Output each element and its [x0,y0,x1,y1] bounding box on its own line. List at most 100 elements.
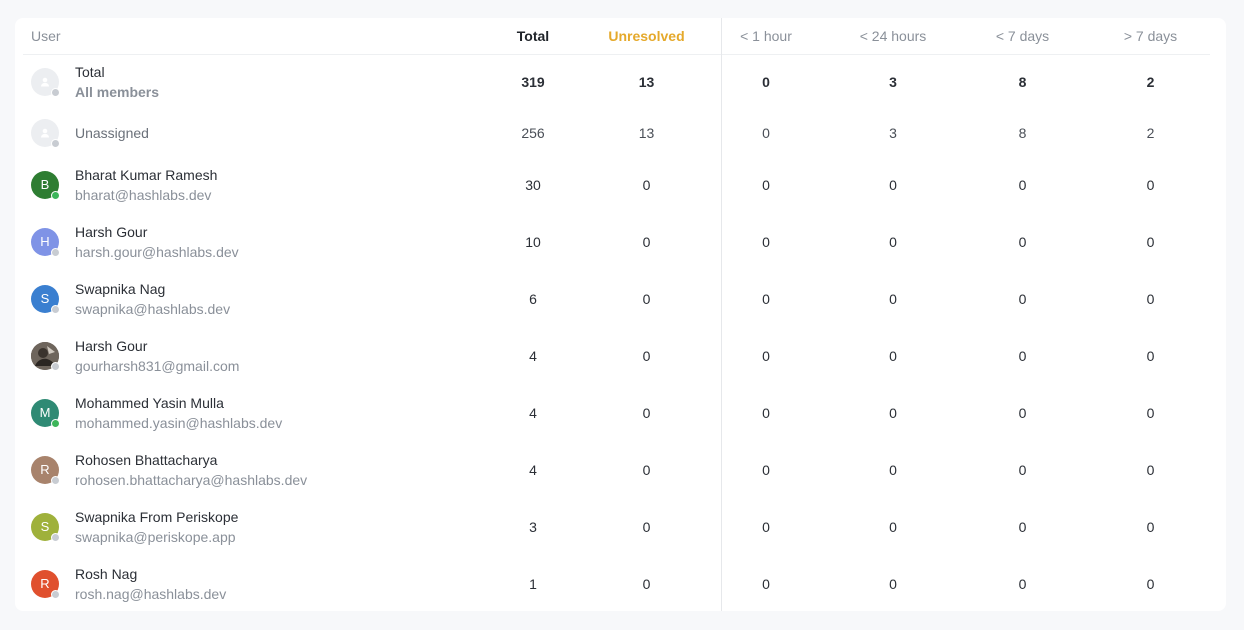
lt-1-hour-count: 0 [762,404,770,421]
avatar: H [31,227,60,257]
summary-lt-7-days: 8 [1018,74,1027,91]
lt-1-hour-count: 0 [762,290,770,307]
total-count: 1 [529,575,537,592]
lt-7-days-count: 0 [1018,518,1027,535]
lt-7-days-count: 0 [1018,176,1027,193]
summary-total: 319 [521,74,545,91]
user-row[interactable]: H Harsh Gour harsh.gour@hashlabs.dev 10 0 0 0 0… [23,213,1210,270]
header-total[interactable]: Total [473,18,593,55]
avatar-initial: H [40,234,50,249]
avatar-initial: S [40,291,50,306]
avatar-initial: S [40,519,50,534]
user-row[interactable]: S Swapnika From Periskope swapnika@perisko… [23,498,1210,555]
header-lt-24-hours[interactable]: < 24 hours [832,18,954,55]
gt-7-days-count: 0 [1146,233,1155,250]
gt-7-days-count: 0 [1146,404,1155,421]
total-count: 30 [525,176,541,193]
avatar: R [31,455,60,485]
status-dot [51,361,60,371]
user-row[interactable]: B Bharat Kumar Ramesh bharat@hashlabs.dev 3… [23,156,1210,213]
gt-7-days-count: 0 [1146,176,1155,193]
unassigned-gt-7-days: 2 [1146,125,1155,141]
user-email: gourharsh831@gmail.com [75,357,240,374]
unassigned-lt-1-hour: 0 [762,125,770,141]
lt-7-days-count: 0 [1018,347,1027,364]
unresolved-count: 0 [642,404,651,421]
total-count: 4 [529,461,537,478]
lt-1-hour-count: 0 [762,461,770,478]
avatar-initial: R [40,576,50,591]
header-user[interactable]: User [23,18,473,55]
header-lt-1-hour[interactable]: < 1 hour [700,18,832,55]
user-row[interactable]: Harsh Gour gourharsh831@gmail.com 4 0 0 0 0 0 [23,327,1210,384]
avatar: S [31,512,60,542]
avatar: M [31,398,60,428]
avatar [31,341,60,371]
header-lt-7-days[interactable]: < 7 days [954,18,1091,55]
user-row[interactable]: M Mohammed Yasin Mulla mohammed.yasin@hash… [23,384,1210,441]
header-unresolved[interactable]: Unresolved [593,18,700,55]
user-email: bharat@hashlabs.dev [75,186,212,203]
user-email: harsh.gour@hashlabs.dev [75,243,239,260]
lt-1-hour-count: 0 [762,347,770,364]
lt-7-days-count: 0 [1018,233,1027,250]
total-row[interactable]: Total All members 319 13 0 3 8 2 [23,54,1210,110]
unassigned-unresolved: 13 [638,125,655,141]
avatar-initial: M [39,405,51,420]
status-dot [51,418,60,428]
gt-7-days-count: 0 [1146,461,1155,478]
lt-24-hours-count: 0 [889,290,897,307]
user-row[interactable]: S Swapnika Nag swapnika@hashlabs.dev 6 0 0 0 0 0 [23,270,1210,327]
unassigned-total: 256 [521,125,545,141]
unresolved-count: 0 [642,461,651,478]
user-name: Harsh Gour [75,223,148,240]
summary-name: Total [75,64,105,81]
lt-24-hours-count: 0 [889,461,897,478]
unassigned-lt-7-days: 8 [1018,125,1027,141]
status-dot [51,304,60,314]
unassigned-name: Unassigned [75,125,149,141]
user-email: swapnika@hashlabs.dev [75,300,231,317]
user-name: Swapnika From Periskope [75,508,239,525]
gt-7-days-count: 0 [1146,290,1155,307]
lt-24-hours-count: 0 [889,347,897,364]
user-email: swapnika@periskope.app [75,528,236,545]
lt-7-days-count: 0 [1018,461,1027,478]
lt-1-hour-count: 0 [762,233,770,250]
status-dot [51,532,60,542]
status-dot [51,190,60,200]
unassigned-lt-24-hours: 3 [889,125,897,141]
header-gt-7-days[interactable]: > 7 days [1091,18,1210,55]
summary-gt-7-days: 2 [1146,74,1155,91]
unresolved-count: 0 [642,176,651,193]
lt-24-hours-count: 0 [889,575,897,592]
status-dot [51,247,60,257]
user-email: rohosen.bhattacharya@hashlabs.dev [75,471,308,488]
lt-24-hours-count: 0 [889,518,897,535]
gt-7-days-count: 0 [1146,575,1155,592]
lt-7-days-count: 0 [1018,290,1027,307]
total-count: 3 [529,518,537,535]
unresolved-count: 0 [642,347,651,364]
gt-7-days-count: 0 [1146,347,1155,364]
user-row[interactable]: R Rohosen Bhattacharya rohosen.bhattachary… [23,441,1210,498]
unresolved-count: 0 [642,233,651,250]
gt-7-days-count: 0 [1146,518,1155,535]
avatar-initial: R [40,462,50,477]
lt-7-days-count: 0 [1018,575,1027,592]
total-count: 4 [529,404,537,421]
avatar: S [31,284,60,314]
summary-lt-24-hours: 3 [889,74,897,91]
lt-7-days-count: 0 [1018,404,1027,421]
status-dot [51,88,60,98]
summary-lt-1-hour: 0 [762,74,770,91]
avatar-initial: B [40,177,50,192]
lt-24-hours-count: 0 [889,176,897,193]
total-count: 6 [529,290,537,307]
unresolved-count: 0 [642,518,651,535]
user-name: Swapnika Nag [75,280,166,297]
user-row[interactable]: R Rosh Nag rosh.nag@hashlabs.dev 1 0 0 0 0 0 [23,555,1210,612]
lt-1-hour-count: 0 [762,575,770,592]
lt-1-hour-count: 0 [762,176,770,193]
unassigned-row[interactable]: Unassigned 256 13 0 3 8 2 [23,110,1210,156]
